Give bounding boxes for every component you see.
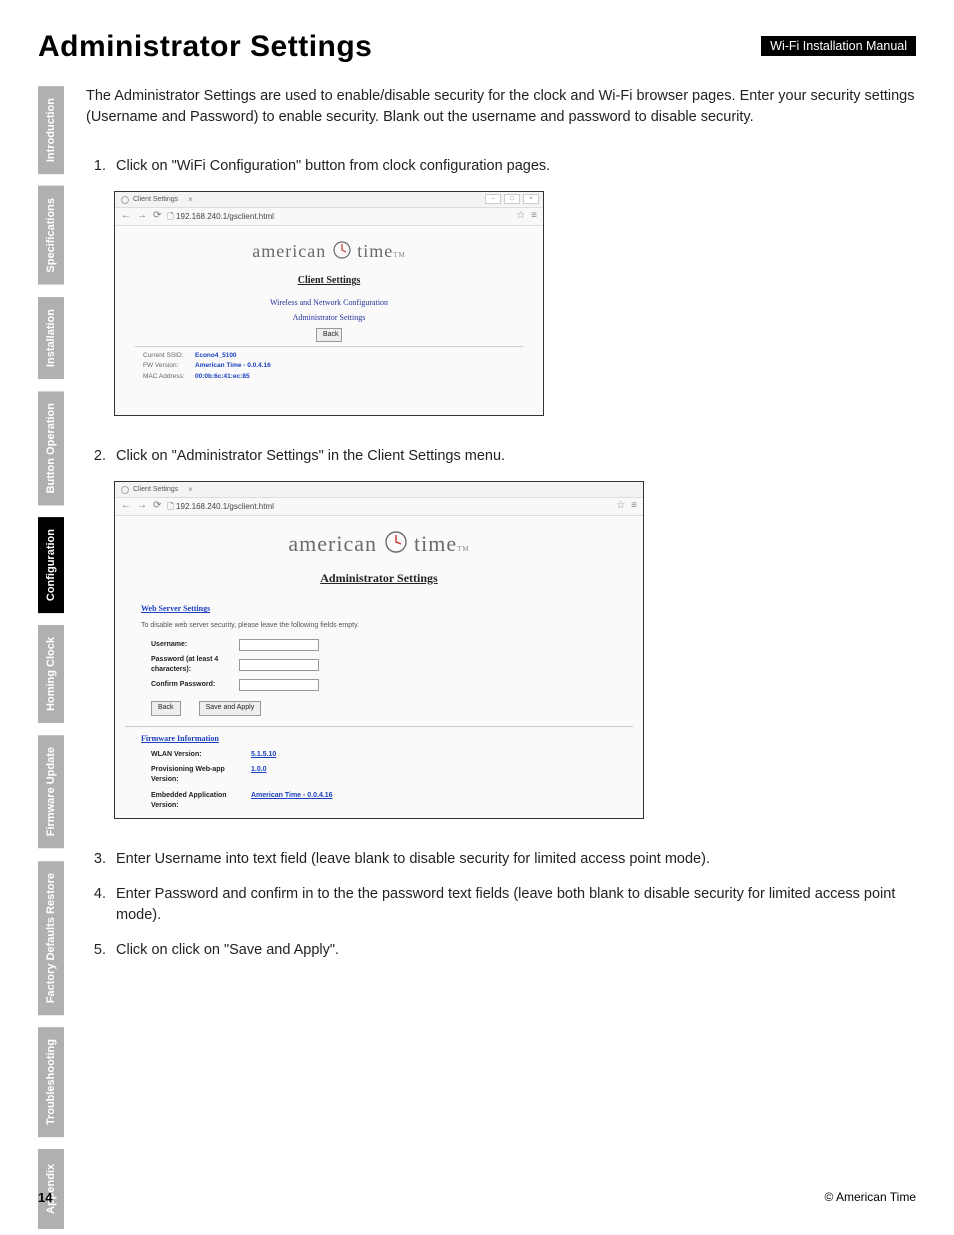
screenshot-admin-settings: Client Settings × ← → ⟳ 🗋 192.168.240.1/… [114, 481, 644, 819]
favicon-icon [121, 486, 129, 494]
step-1: Click on "WiFi Configuration" button fro… [110, 156, 916, 177]
intro-paragraph: The Administrator Settings are used to e… [86, 86, 916, 128]
manual-badge: Wi-Fi Installation Manual [761, 36, 916, 56]
link-wireless-config[interactable]: Wireless and Network Configuration [125, 297, 533, 309]
browser-tab-title: Client Settings [133, 195, 178, 205]
reload-icon[interactable]: ⟳ [153, 209, 161, 224]
step-5: Click on click on "Save and Apply". [110, 940, 916, 961]
firmware-info-heading: Firmware Information [141, 733, 633, 745]
maximize-icon[interactable]: □ [504, 194, 520, 204]
admin-settings-heading: Administrator Settings [125, 570, 633, 587]
minimize-icon[interactable]: – [485, 194, 501, 204]
client-settings-heading: Client Settings [125, 274, 533, 289]
label-mac: MAC Address: [143, 372, 195, 381]
browser-tab-title: Client Settings [133, 485, 178, 495]
screenshot-client-settings: Client Settings × – □ × ← → ⟳ 🗋 192.168.… [114, 191, 544, 416]
tab-factory-defaults[interactable]: Factory Defaults Restore [38, 861, 64, 1015]
tab-installation[interactable]: Installation [38, 297, 64, 379]
menu-icon[interactable]: ≡ [531, 209, 537, 224]
security-hint: To disable web server security, please l… [141, 621, 633, 631]
value-webapp-version: 1.0.0 [251, 765, 267, 785]
web-server-settings-heading: Web Server Settings [141, 603, 633, 615]
label-ssid: Current SSID: [143, 351, 195, 360]
step-2: Click on "Administrator Settings" in the… [110, 446, 916, 467]
back-icon[interactable]: ← [121, 499, 131, 514]
forward-icon[interactable]: → [137, 499, 147, 514]
brand-logo: american timeTM [125, 528, 633, 560]
value-fw: American Time - 0.0.4.16 [195, 362, 271, 369]
value-app-version: American Time - 0.0.4.16 [251, 791, 333, 811]
tab-appendix[interactable]: Appendix [38, 1149, 64, 1229]
tab-homing-clock[interactable]: Homing Clock [38, 625, 64, 723]
favicon-icon [121, 196, 129, 204]
close-tab-icon[interactable]: × [188, 194, 193, 206]
confirm-password-field[interactable] [239, 679, 319, 691]
url-field[interactable]: 🗋 192.168.240.1/gsclient.html [167, 501, 610, 513]
tab-configuration[interactable]: Configuration [38, 517, 64, 613]
label-webapp-version: Provisioning Web-app Version: [151, 765, 251, 785]
reload-icon[interactable]: ⟳ [153, 499, 161, 514]
tab-specifications[interactable]: Specifications [38, 186, 64, 285]
brand-logo: american timeTM [125, 238, 533, 264]
value-mac: 00:0b:6c:41:ec:85 [195, 373, 250, 380]
back-button[interactable]: Back [316, 328, 342, 342]
label-password: Password (at least 4 characters): [151, 655, 229, 675]
password-field[interactable] [239, 659, 319, 671]
label-username: Username: [151, 640, 229, 650]
save-apply-button[interactable]: Save and Apply [199, 701, 262, 715]
back-button[interactable]: Back [151, 701, 181, 715]
step-4: Enter Password and confirm in to the the… [110, 884, 916, 926]
label-fw: FW Version: [143, 361, 195, 370]
section-tabs: Introduction Specifications Installation… [38, 86, 64, 1229]
main-content: The Administrator Settings are used to e… [86, 86, 916, 1229]
tab-firmware-update[interactable]: Firmware Update [38, 735, 64, 848]
link-admin-settings[interactable]: Administrator Settings [125, 312, 533, 324]
menu-icon[interactable]: ≡ [631, 499, 637, 514]
close-window-icon[interactable]: × [523, 194, 539, 204]
back-icon[interactable]: ← [121, 209, 131, 224]
page-number: 14 [38, 1190, 52, 1205]
copyright: © American Time [824, 1190, 916, 1205]
label-app-version: Embedded Application Version: [151, 791, 251, 811]
username-field[interactable] [239, 639, 319, 651]
value-ssid: Econo4_5100 [195, 352, 237, 359]
star-icon[interactable]: ☆ [616, 499, 625, 514]
tab-button-operation[interactable]: Button Operation [38, 391, 64, 505]
value-wlan-version: 5.1.5.10 [251, 750, 276, 760]
url-field[interactable]: 🗋 192.168.240.1/gsclient.html [167, 211, 510, 223]
label-confirm-password: Confirm Password: [151, 680, 229, 690]
step-3: Enter Username into text field (leave bl… [110, 849, 916, 870]
page-title: Administrator Settings [38, 30, 372, 64]
label-wlan-version: WLAN Version: [151, 750, 251, 760]
tab-introduction[interactable]: Introduction [38, 86, 64, 174]
star-icon[interactable]: ☆ [516, 209, 525, 224]
close-tab-icon[interactable]: × [188, 484, 193, 496]
tab-troubleshooting[interactable]: Troubleshooting [38, 1027, 64, 1137]
forward-icon[interactable]: → [137, 209, 147, 224]
